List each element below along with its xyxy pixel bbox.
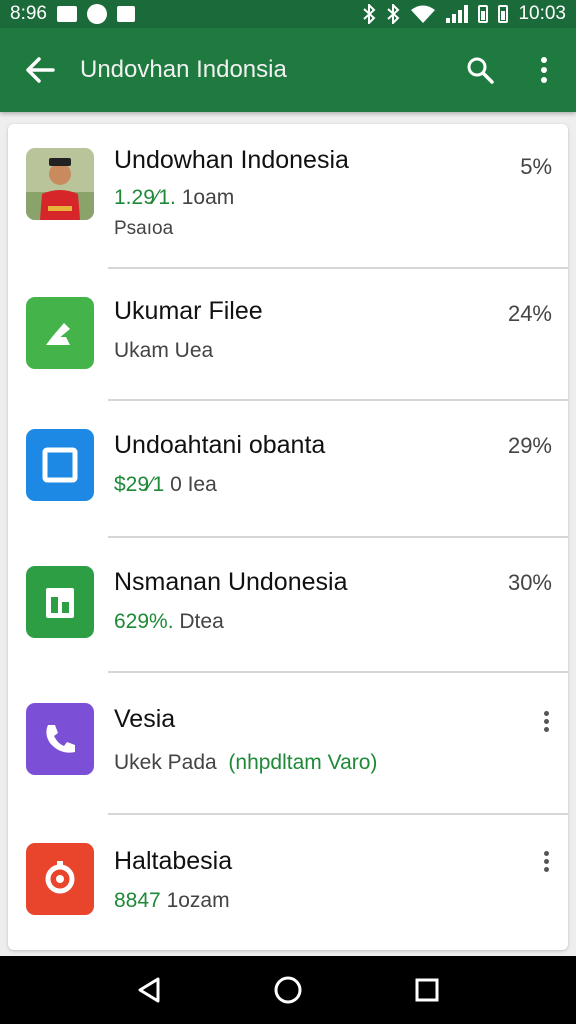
triangle-back-icon	[138, 977, 160, 1003]
item-percentage: 29%	[507, 433, 552, 458]
app-bar: Undovhan Indonsia	[0, 28, 576, 112]
square-recents-icon	[415, 978, 439, 1002]
item-subtitle-2: Psaıoa	[114, 218, 174, 239]
battery-icon-2	[498, 5, 509, 23]
arrow-back-icon	[26, 57, 55, 83]
item-subtitle-gray: Ukam Uea	[114, 339, 214, 362]
item-subtitle-green: 629%.	[114, 610, 174, 633]
back-button[interactable]	[0, 28, 80, 112]
item-name: Nsmanan Undonesia	[114, 568, 348, 596]
page-title: Undovhan Indonsia	[80, 56, 287, 83]
back-nav-button[interactable]	[119, 960, 179, 1020]
wifi-icon	[411, 5, 436, 23]
status-right: 10:03	[362, 3, 566, 25]
item-name: Undowhan Indonesia	[114, 146, 349, 174]
home-nav-button[interactable]	[258, 960, 318, 1020]
status-left: 8:96	[10, 3, 135, 25]
recents-nav-button[interactable]	[397, 960, 457, 1020]
item-subtitle-green: 8847	[114, 889, 161, 912]
navigation-bar	[0, 956, 576, 1024]
search-button[interactable]	[448, 28, 512, 112]
item-subtitle: 8847 1ozam	[114, 889, 230, 913]
item-subtitle-green: $29⁄1	[114, 473, 165, 496]
app-list-card: Undowhan Indonesia 1.29⁄1. 1oam Psaıoa 5…	[8, 124, 568, 950]
more-vert-icon	[541, 57, 547, 83]
item-subtitle-gray: 0 Iea	[170, 473, 217, 496]
notification-dot-icon	[86, 4, 107, 24]
status-time-right: 10:03	[518, 3, 566, 24]
item-subtitle-gray: Ukek Pada	[114, 751, 217, 774]
item-subtitle-gray: Dtea	[179, 610, 224, 633]
circle-home-icon	[274, 976, 302, 1004]
list-item[interactable]: Undoahtani obanta $29⁄1 0 Iea 29%	[8, 401, 568, 537]
bluetooth-icon	[363, 4, 376, 24]
image-notification-icon	[56, 6, 77, 22]
item-name: Ukumar Filee	[114, 297, 263, 325]
more-vert-icon[interactable]	[538, 711, 554, 732]
item-subtitle-green: (nhpdltam Varo)	[228, 751, 378, 774]
item-percentage: 5%	[520, 154, 552, 179]
square-icon	[26, 429, 94, 501]
item-subtitle: 1.29⁄1. 1oam	[114, 186, 234, 210]
status-time-left: 8:96	[10, 3, 47, 24]
item-percentage: 30%	[507, 570, 552, 595]
list-item[interactable]: Vesia Ukek Pada (nhpdltam Varo)	[8, 673, 568, 813]
list-item[interactable]: Ukumar Filee Ukam Uea 24%	[8, 269, 568, 399]
item-percentage: 24%	[507, 301, 552, 326]
target-icon	[26, 843, 94, 915]
phone-icon	[26, 703, 94, 775]
signal-icon	[446, 5, 469, 23]
search-icon	[467, 57, 494, 84]
list-item[interactable]: Nsmanan Undonesia 629%. Dtea 30%	[8, 538, 568, 672]
item-name: Haltabesia	[114, 847, 233, 875]
overflow-menu-button[interactable]	[512, 28, 576, 112]
item-subtitle: $29⁄1 0 Iea	[114, 473, 217, 497]
item-subtitle: Ukek Pada (nhpdltam Varo)	[114, 751, 377, 775]
list-item[interactable]: Haltabesia 8847 1ozam	[8, 815, 568, 950]
more-vert-icon[interactable]	[538, 851, 554, 872]
vibrate-icon	[387, 4, 400, 24]
file-icon	[26, 297, 94, 369]
list-item[interactable]: Undowhan Indonesia 1.29⁄1. 1oam Psaıoa 5…	[8, 124, 568, 268]
item-subtitle-green: 1.29⁄1.	[114, 186, 176, 209]
person-photo-icon	[26, 148, 94, 220]
sheets-icon	[26, 566, 94, 638]
item-name: Undoahtani obanta	[114, 431, 326, 459]
item-subtitle-gray: 1oam	[181, 186, 235, 209]
square-notification-icon	[116, 6, 135, 22]
item-name: Vesia	[114, 705, 176, 733]
status-bar: 8:96 10:03	[0, 0, 576, 28]
battery-icon	[478, 5, 489, 23]
item-subtitle: Ukam Uea	[114, 339, 213, 363]
item-subtitle-gray: 1ozam	[166, 889, 230, 912]
item-subtitle: 629%. Dtea	[114, 610, 224, 634]
